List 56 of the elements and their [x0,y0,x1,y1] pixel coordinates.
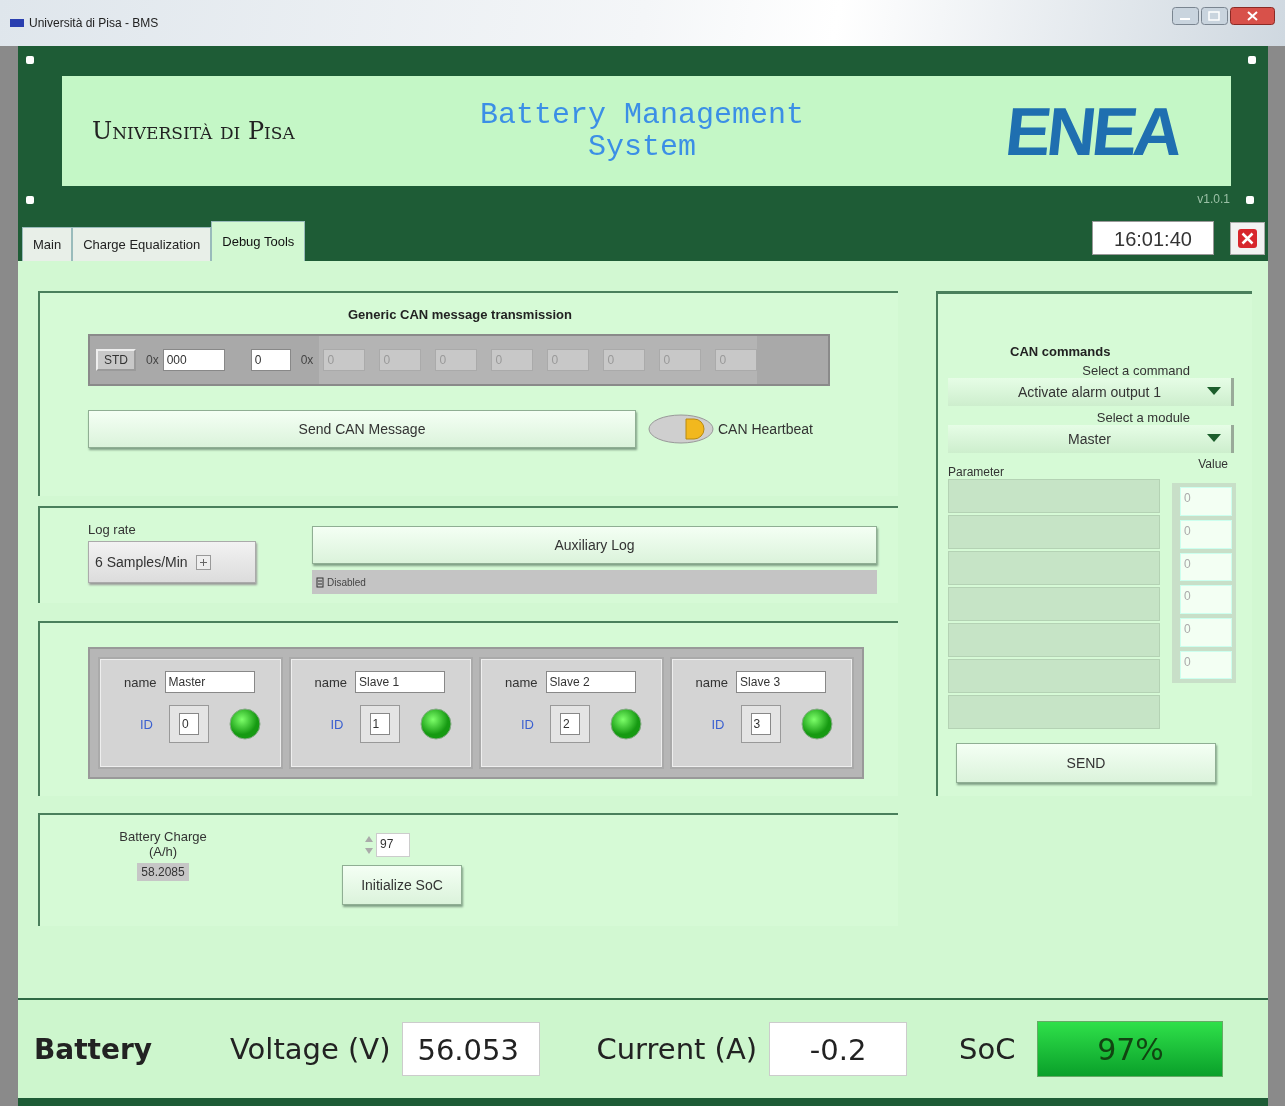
send-can-button[interactable]: Send CAN Message [88,410,636,449]
tab[interactable]: Main [22,227,73,262]
length-field[interactable]: 0 [250,349,291,372]
initialize-soc-button[interactable]: Initialize SoC [342,865,462,906]
soc-input[interactable]: 97 [376,833,410,858]
id-label: ID [521,716,534,732]
current-label: Current (A) [596,1032,758,1067]
column-header: Parameter [948,465,1005,480]
version-label: v1.0.1 [1197,192,1230,206]
column-header: Value [1198,457,1228,474]
panel-title: Generic CAN message transmission [348,307,572,323]
battery-charge-label: Battery Charge (A/h) [118,829,208,860]
module-id-field[interactable]: 3 [750,713,771,736]
name-label: name [695,674,729,690]
app-title: Battery Management System [478,99,806,163]
name-label: name [124,674,157,690]
command-dropdown[interactable]: Activate alarm output 1 [948,378,1234,407]
name-label: name [314,674,348,690]
current-value: -0.2 [769,1022,908,1077]
select-label: Select a module [1096,410,1190,426]
send-button[interactable]: SEND [956,743,1216,784]
id-label: ID [330,716,344,732]
hex-prefix: 0x [146,353,159,368]
heartbeat-label: CAN Heartbeat [718,421,813,438]
window-title: Università di Pisa - BMS [29,16,160,30]
id-label: ID [711,716,725,732]
university-name: Università di Pisa [92,117,296,145]
frame-type-button[interactable]: STD [96,349,136,372]
panel-title: CAN commands [1010,344,1111,360]
tab[interactable]: Charge Equalization [72,227,212,262]
module-name-field[interactable]: Master [164,671,255,694]
module-id-field[interactable]: 0 [179,713,199,736]
module-id-field[interactable]: 2 [560,713,580,736]
logo: ENEA [1001,92,1184,170]
voltage-label: Voltage (V) [230,1032,391,1067]
clock-display: 16:01:40 [1092,221,1214,256]
id-field[interactable]: 000 [162,349,225,372]
battery-charge-value: 58.2085 [137,863,189,882]
log-rate-dropdown[interactable]: 6 Samples/Min [88,541,256,584]
module-dropdown[interactable]: Master [948,425,1234,454]
module-name-field[interactable]: Slave 1 [355,671,446,694]
name-label: name [505,674,538,690]
voltage-value: 56.053 [402,1022,541,1077]
log-status: Disabled [327,576,366,588]
module-name-field[interactable]: Slave 3 [736,671,827,694]
battery-title: Battery [34,1032,154,1066]
soc-label: SoC [959,1032,1016,1067]
hex-prefix: 0x [300,353,314,368]
select-label: Select a command [1082,363,1190,379]
log-rate-label: Log rate [88,522,137,538]
id-label: ID [140,716,153,732]
module-name-field[interactable]: Slave 2 [545,671,636,694]
soc-value: 97% [1037,1021,1224,1078]
module-id-field[interactable]: 1 [369,713,390,736]
tab[interactable]: Debug Tools [211,221,306,262]
auxiliary-log-button[interactable]: Auxiliary Log [312,526,877,565]
